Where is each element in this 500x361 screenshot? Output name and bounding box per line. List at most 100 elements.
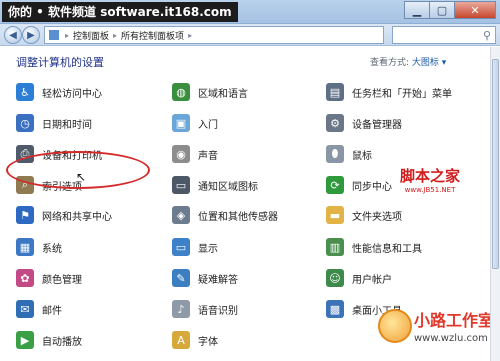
control-panel-item-label: 同步中心 (352, 181, 392, 193)
control-panel-item-label: 字体 (198, 336, 218, 348)
site-logo-wzlu-mascot (378, 309, 412, 343)
control-panel-item-label: 位置和其他传感器 (198, 211, 278, 223)
control-panel-item-label: 入门 (198, 119, 218, 131)
control-panel-item[interactable]: ◷ 日期和时间 (16, 112, 92, 134)
sensor-icon: ◈ (172, 206, 190, 224)
performance-icon: ▥ (326, 238, 344, 256)
control-panel-item[interactable]: ◈ 位置和其他传感器 (172, 204, 278, 226)
site-logo-jb51: 脚本之家 www.JB51.NET (400, 165, 460, 194)
sync-icon: ⟳ (326, 176, 344, 194)
getting-started-icon: ▣ (172, 114, 190, 132)
back-arrow-icon: ◀ (9, 29, 17, 41)
control-panel-item[interactable]: ✉ 邮件 (16, 298, 62, 320)
speaker-icon: ◉ (172, 145, 190, 163)
control-panel-item-label: 自动播放 (42, 336, 82, 348)
control-panel-item[interactable]: ▭ 显示 (172, 236, 218, 258)
control-panel-item[interactable]: ⬮ 鼠标 (326, 143, 372, 165)
mouse-cursor-icon: ↖ (76, 170, 87, 184)
control-panel-item-label: 颜色管理 (42, 274, 82, 286)
device-manager-icon: ⚙ (326, 114, 344, 132)
control-panel-item[interactable]: ▤ 任务栏和「开始」菜单 (326, 81, 452, 103)
network-icon: ⚑ (16, 206, 34, 224)
control-panel-item[interactable]: ▬ 文件夹选项 (326, 204, 402, 226)
forward-arrow-icon: ▶ (27, 29, 35, 41)
control-panel-item-label: 设备管理器 (352, 119, 402, 131)
search-icon: ⚲ (482, 28, 491, 42)
control-panel-item[interactable]: ▶ 自动播放 (16, 329, 82, 351)
calendar-clock-icon: ◷ (16, 114, 34, 132)
control-panel-item-label: 网络和共享中心 (42, 211, 112, 223)
watermark-text: 你的 • 软件频道 software.it168.com (2, 2, 238, 22)
mail-icon: ✉ (16, 300, 34, 318)
control-panel-icon (49, 30, 59, 40)
control-panel-item[interactable]: ◉ 声音 (172, 143, 218, 165)
gadgets-icon: ▩ (326, 300, 344, 318)
vertical-scrollbar[interactable] (490, 47, 500, 361)
control-panel-item-label: 文件夹选项 (352, 211, 402, 223)
notification-area-icon: ▭ (172, 176, 190, 194)
control-panel-item[interactable]: ▦ 系统 (16, 236, 62, 258)
control-panel-item[interactable]: ⚑ 网络和共享中心 (16, 204, 112, 226)
control-panel-item[interactable]: ✎ 疑难解答 (172, 267, 238, 289)
control-panel-item[interactable]: ◍ 区域和语言 (172, 81, 248, 103)
page-title: 调整计算机的设置 (16, 56, 104, 69)
breadcrumb-all-items[interactable]: 所有控制面板项 (121, 29, 184, 42)
user-accounts-icon: ☺ (326, 269, 344, 287)
microphone-icon: ♪ (172, 300, 190, 318)
control-panel-item-label: 声音 (198, 150, 218, 162)
site-logo-wzlu: 小路工作室 www.wzlu.com (378, 303, 496, 359)
control-panel-item-label: 系统 (42, 243, 62, 255)
control-panel-item-label: 语音识别 (198, 305, 238, 317)
site-logo-jb51-url: www.JB51.NET (404, 186, 456, 194)
control-panel-item-label: 显示 (198, 243, 218, 255)
control-panel-item[interactable]: ☺ 用户帐户 (326, 267, 392, 289)
site-logo-jb51-title: 脚本之家 (400, 167, 461, 185)
control-panel-item[interactable]: ♿ 轻松访问中心 (16, 81, 102, 103)
color-management-icon: ✿ (16, 269, 34, 287)
control-panel-item-label: 鼠标 (352, 150, 372, 162)
breadcrumb-control-panel[interactable]: 控制面板 (73, 29, 109, 42)
control-panel-item-label: 邮件 (42, 305, 62, 317)
view-mode-label: 查看方式: (370, 58, 410, 68)
control-panel-item[interactable]: ▭ 通知区域图标 (172, 174, 258, 196)
control-panel-item-label: 疑难解答 (198, 274, 238, 286)
back-button[interactable]: ◀ (4, 26, 22, 44)
fonts-icon: A (172, 331, 190, 349)
maximize-button[interactable]: ▢ (429, 1, 455, 19)
taskbar-icon: ▤ (326, 83, 344, 101)
control-panel-item[interactable]: ▥ 性能信息和工具 (326, 236, 422, 258)
folder-icon: ▬ (326, 206, 344, 224)
control-panel-item[interactable]: ▣ 入门 (172, 112, 218, 134)
view-mode: 查看方式: 大图标 ▾ (370, 55, 446, 68)
control-panel-item-label: 日期和时间 (42, 119, 92, 131)
control-panel-item-label: 通知区域图标 (198, 181, 258, 193)
control-panel-item-label: 区域和语言 (198, 88, 248, 100)
computer-icon: ▦ (16, 238, 34, 256)
control-panel-item[interactable]: ✿ 颜色管理 (16, 267, 82, 289)
control-panel-item[interactable]: ⟳ 同步中心 (326, 174, 392, 196)
accessibility-icon: ♿ (16, 83, 34, 101)
breadcrumb-separator: ▸ (113, 30, 118, 40)
control-panel-item[interactable]: ⚙ 设备管理器 (326, 112, 402, 134)
close-button[interactable]: ✕ (454, 1, 496, 19)
view-mode-dropdown[interactable]: 大图标 ▾ (412, 58, 446, 68)
search-box[interactable]: ⚲ (392, 26, 496, 44)
autoplay-icon: ▶ (16, 331, 34, 349)
control-panel-item-label: 轻松访问中心 (42, 88, 102, 100)
address-row: ◀ ▶ ▸ 控制面板 ▸ 所有控制面板项 ▸ ⚲ (0, 24, 500, 46)
control-panel-item-label: 用户帐户 (352, 274, 392, 286)
mouse-icon: ⬮ (326, 145, 344, 163)
site-logo-wzlu-url: www.wzlu.com (414, 333, 488, 344)
minimize-button[interactable]: ▁ (404, 1, 430, 19)
window-controls: ▁ ▢ ✕ (404, 1, 496, 19)
control-panel-item[interactable]: A 字体 (172, 329, 218, 351)
forward-button[interactable]: ▶ (22, 26, 40, 44)
control-panel-item-label: 性能信息和工具 (352, 243, 422, 255)
control-panel-item-label: 任务栏和「开始」菜单 (352, 88, 452, 100)
troubleshooting-icon: ✎ (172, 269, 190, 287)
scrollbar-thumb[interactable] (492, 59, 499, 269)
display-icon: ▭ (172, 238, 190, 256)
title-bar: 你的 • 软件频道 software.it168.com ▁ ▢ ✕ (0, 0, 500, 24)
address-bar[interactable]: ▸ 控制面板 ▸ 所有控制面板项 ▸ (44, 26, 384, 44)
control-panel-item[interactable]: ♪ 语音识别 (172, 298, 238, 320)
